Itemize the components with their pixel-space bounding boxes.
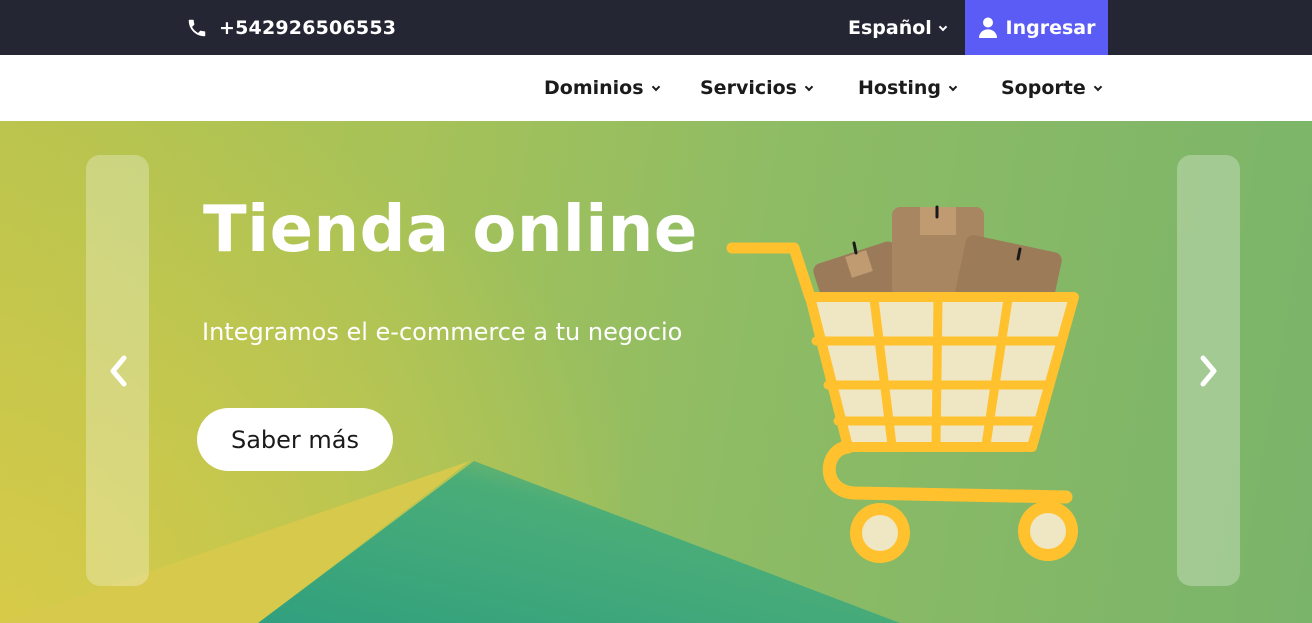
login-label: Ingresar <box>1005 16 1096 39</box>
nav-item-label: Hosting <box>858 77 941 99</box>
chevron-down-icon <box>804 82 814 92</box>
phone-icon <box>188 19 206 36</box>
hero-subtitle: Integramos el e-commerce a tu negocio <box>202 318 683 346</box>
chevron-down-icon <box>938 22 948 31</box>
next-slide-button[interactable] <box>1177 155 1240 586</box>
nav-item-soporte[interactable]: Soporte <box>1001 55 1102 121</box>
nav-item-hosting[interactable]: Hosting <box>858 55 958 121</box>
language-selector[interactable]: Español <box>848 0 948 55</box>
language-label: Español <box>848 16 932 39</box>
nav-item-servicios[interactable]: Servicios <box>700 55 814 121</box>
chevron-right-icon <box>1200 355 1216 386</box>
nav-item-dominios[interactable]: Dominios <box>544 55 660 121</box>
phone-number: +542926506553 <box>219 16 397 39</box>
main-nav: Dominios Servicios Hosting Soporte <box>0 55 1312 121</box>
nav-item-label: Servicios <box>700 77 797 99</box>
phone-contact[interactable]: +542926506553 <box>186 0 396 55</box>
nav-item-label: Soporte <box>1001 77 1086 99</box>
hero-title: Tienda online <box>203 193 698 267</box>
shopping-cart-illustration <box>726 205 1079 563</box>
login-button[interactable]: Ingresar <box>965 0 1108 55</box>
prev-slide-button[interactable] <box>86 155 149 586</box>
learn-more-button[interactable]: Saber más <box>197 408 393 471</box>
top-bar: +542926506553 Español Ingresar <box>0 0 1312 55</box>
hero-slider: Tienda online Integramos el e-commerce a… <box>0 121 1312 623</box>
user-icon <box>978 17 997 38</box>
nav-item-label: Dominios <box>544 77 644 99</box>
chevron-left-icon <box>110 355 126 386</box>
chevron-down-icon <box>948 82 958 92</box>
chevron-down-icon <box>1093 82 1102 92</box>
chevron-down-icon <box>651 82 660 92</box>
